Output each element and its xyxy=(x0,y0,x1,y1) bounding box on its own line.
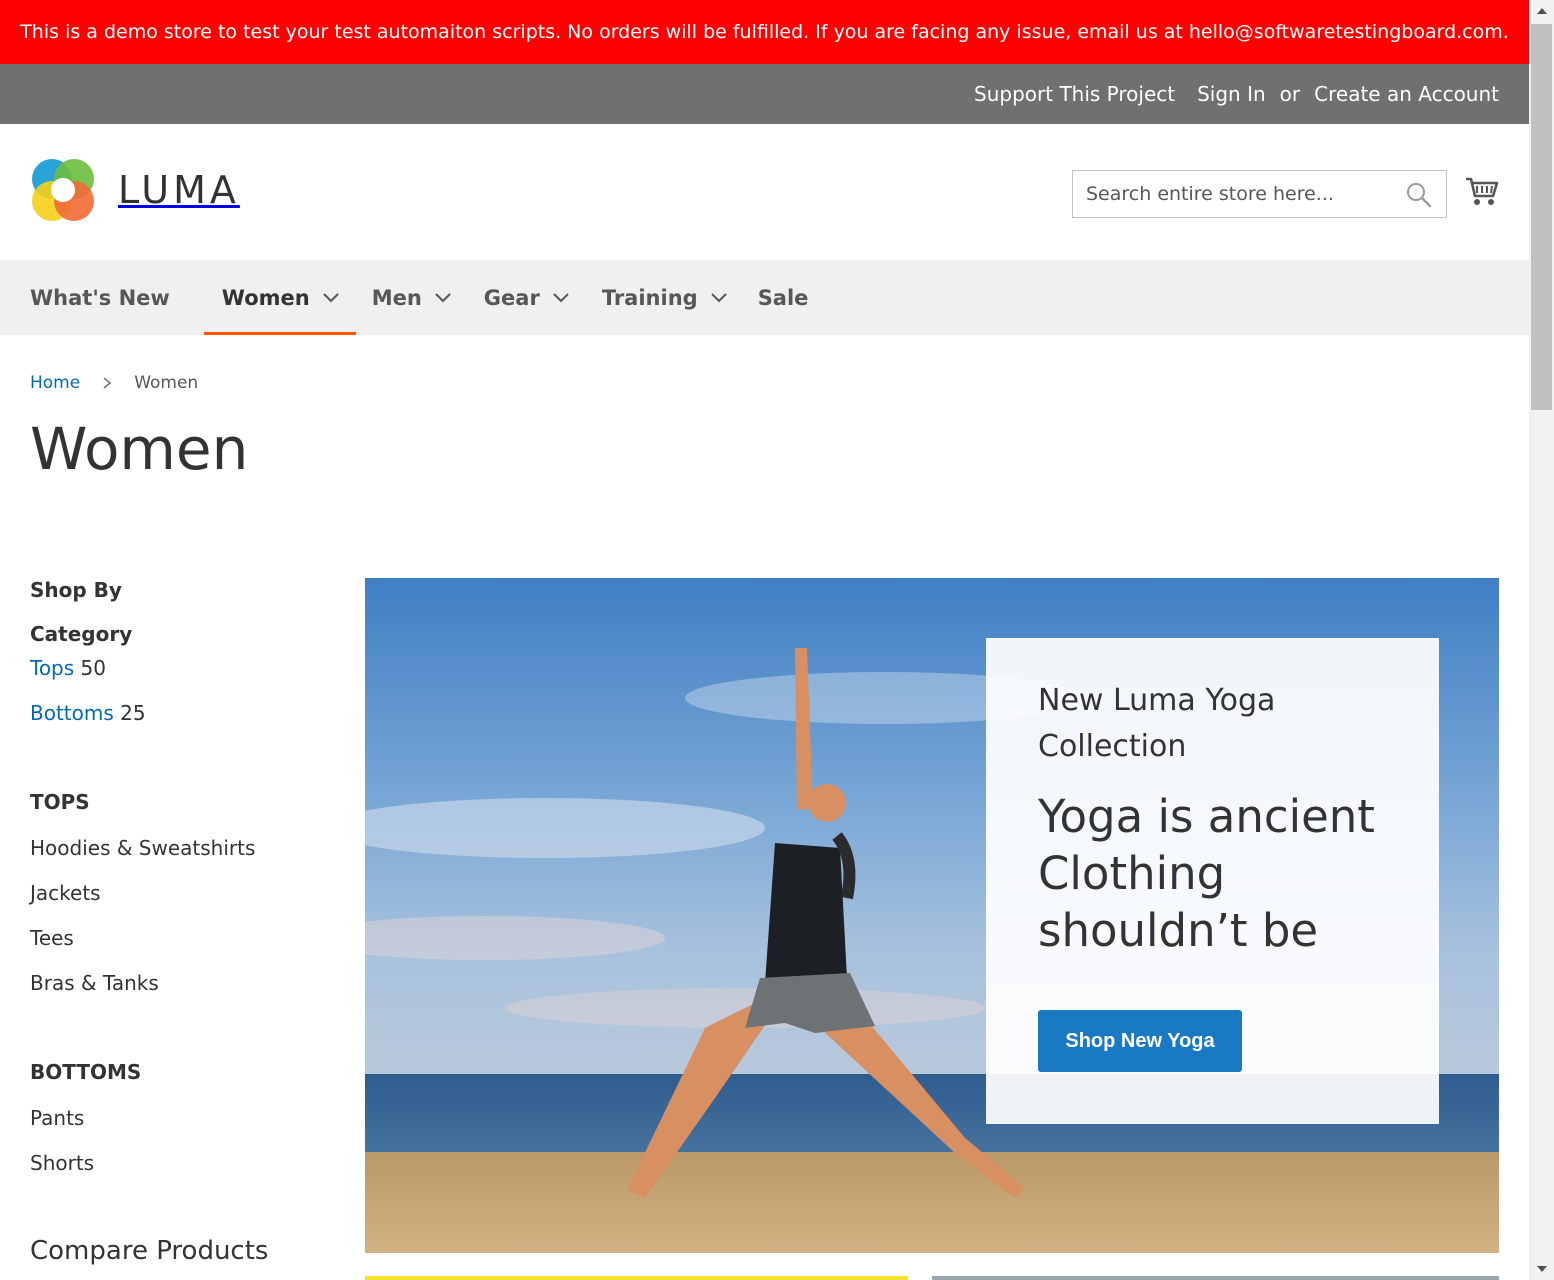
compare-products-title: Compare Products xyxy=(30,1236,269,1266)
luma-logo[interactable]: LUMA xyxy=(30,157,240,223)
nav-item-whats-new[interactable]: What's New xyxy=(30,260,170,335)
shop-new-yoga-button[interactable]: Shop New Yoga xyxy=(1038,1010,1242,1072)
luma-logo-icon xyxy=(32,159,94,221)
nav-item-label: Women xyxy=(221,285,310,310)
scrollbar-thumb[interactable] xyxy=(1531,24,1552,410)
chevron-down-icon xyxy=(710,292,727,302)
sidebar-link-bras-tanks[interactable]: Bras & Tanks xyxy=(30,971,330,1016)
cart-icon[interactable] xyxy=(1465,174,1499,208)
support-project-link[interactable]: Support This Project xyxy=(974,82,1175,106)
filter-item-bottoms: Bottoms 25 xyxy=(30,701,330,746)
chevron-right-icon xyxy=(103,377,112,389)
main-nav: What's New Women Men Gear Training Sale xyxy=(0,260,1529,335)
top-links-bar: Support This Project Sign In or Create a… xyxy=(0,64,1529,124)
sidebar-link-shorts[interactable]: Shorts xyxy=(30,1151,330,1196)
create-account-link[interactable]: Create an Account xyxy=(1314,82,1499,106)
sidebar-link-tees[interactable]: Tees xyxy=(30,926,330,971)
search-box xyxy=(1072,170,1447,218)
demo-notice-banner: This is a demo store to test your test a… xyxy=(0,0,1529,64)
nav-item-label: What's New xyxy=(30,285,170,310)
filter-link-bottoms[interactable]: Bottoms xyxy=(30,701,114,725)
filter-count: 50 xyxy=(80,656,106,680)
hero-banner[interactable]: New Luma Yoga Collection Yoga is ancient… xyxy=(365,578,1499,1253)
promo-tile-grey[interactable] xyxy=(932,1276,1499,1280)
category-filter-title: Category xyxy=(30,622,133,646)
sidebar-link-hoodies[interactable]: Hoodies & Sweatshirts xyxy=(30,836,330,881)
scroll-up-arrow-icon[interactable] xyxy=(1529,2,1554,20)
search-icon[interactable] xyxy=(1406,182,1432,208)
shop-by-title: Shop By xyxy=(30,578,122,602)
breadcrumb-current: Women xyxy=(134,373,199,393)
filter-item-tops: Tops 50 xyxy=(30,656,330,701)
promo-tile-yellow[interactable] xyxy=(365,1276,908,1280)
page: This is a demo store to test your test a… xyxy=(0,0,1529,1280)
nav-item-men[interactable]: Men xyxy=(372,260,452,335)
chevron-down-icon xyxy=(553,292,569,302)
vertical-scrollbar[interactable] xyxy=(1529,0,1554,1280)
sidebar-link-pants[interactable]: Pants xyxy=(30,1106,330,1151)
logo-text: LUMA xyxy=(118,168,240,212)
chevron-down-icon xyxy=(435,292,451,302)
nav-item-label: Sale xyxy=(757,285,809,310)
breadcrumb: Home Women xyxy=(30,373,198,393)
nav-item-gear[interactable]: Gear xyxy=(484,260,570,335)
chevron-down-icon xyxy=(322,292,339,302)
or-separator: or xyxy=(1279,82,1301,106)
bottoms-section-title: BOTTOMS xyxy=(30,1060,142,1084)
promo-box: New Luma Yoga Collection Yoga is ancient… xyxy=(986,638,1439,1124)
nav-item-label: Gear xyxy=(483,285,540,310)
nav-item-women[interactable]: Women xyxy=(203,260,356,335)
breadcrumb-home-link[interactable]: Home xyxy=(30,373,80,393)
search-input[interactable] xyxy=(1073,171,1393,217)
page-title: Women xyxy=(30,415,249,483)
sidebar-link-jackets[interactable]: Jackets xyxy=(30,881,330,926)
promo-title: Yoga is ancient Clothing shouldn’t be xyxy=(1038,790,1375,957)
tops-section-title: TOPS xyxy=(30,790,90,814)
nav-item-training[interactable]: Training xyxy=(602,260,728,335)
sidebar: Shop By Category Tops 50 Bottoms 25 TOPS… xyxy=(30,578,330,1266)
filter-count: 25 xyxy=(120,701,146,725)
nav-item-label: Training xyxy=(601,285,698,310)
sign-in-link[interactable]: Sign In xyxy=(1197,82,1266,106)
nav-item-label: Men xyxy=(371,285,422,310)
nav-item-sale[interactable]: Sale xyxy=(758,260,809,335)
promo-subtitle: New Luma Yoga Collection xyxy=(1038,683,1276,764)
scroll-down-arrow-icon[interactable] xyxy=(1529,1260,1554,1278)
filter-link-tops[interactable]: Tops xyxy=(30,656,74,680)
demo-notice-text: This is a demo store to test your test a… xyxy=(20,21,1509,43)
site-header: LUMA xyxy=(0,124,1529,260)
